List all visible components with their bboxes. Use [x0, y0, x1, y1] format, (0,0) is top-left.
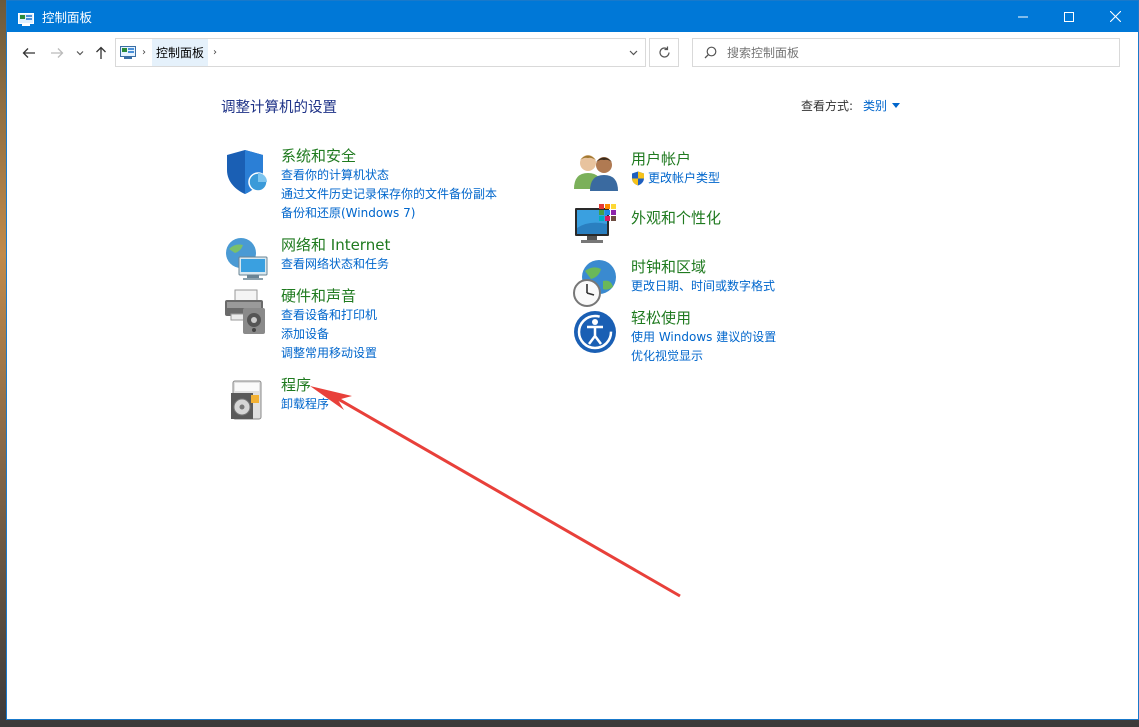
maximize-icon	[1064, 11, 1074, 22]
title-bar[interactable]: 控制面板	[7, 1, 1138, 32]
category-title[interactable]: 时钟和区域	[631, 257, 775, 277]
content-area: 调整计算机的设置 查看方式: 类别 系统和安全 查看你的计算机状态 通过文件历史…	[7, 74, 1138, 720]
recent-locations-button[interactable]	[73, 42, 87, 64]
ease-of-access-icon[interactable]	[571, 308, 623, 360]
view-by-dropdown[interactable]: 类别	[863, 97, 901, 114]
category-ease-of-access: 轻松使用 使用 Windows 建议的设置 优化视觉显示	[571, 308, 776, 366]
view-by-value: 类别	[863, 99, 888, 113]
minimize-button[interactable]	[1000, 1, 1046, 32]
address-root[interactable]: ›	[116, 39, 152, 66]
chevron-down-icon	[76, 51, 84, 56]
category-network-internet: 网络和 Internet 查看网络状态和任务	[221, 235, 390, 287]
control-panel-icon	[18, 11, 34, 26]
forward-arrow-icon	[51, 48, 64, 58]
category-hardware-sound: 硬件和声音 查看设备和打印机 添加设备 调整常用移动设置	[221, 286, 377, 363]
control-panel-window: 控制面板 › 控制面板 › 搜索控制面板 调整计算机的设置 查看方式: 类别 系…	[6, 0, 1139, 720]
link-add-device[interactable]: 添加设备	[281, 325, 377, 344]
back-button[interactable]	[19, 42, 39, 64]
category-title[interactable]: 网络和 Internet	[281, 235, 390, 255]
search-box[interactable]	[692, 38, 1120, 67]
view-by: 查看方式: 类别	[801, 97, 901, 114]
up-button[interactable]	[91, 42, 111, 64]
uac-shield-icon	[632, 171, 644, 186]
link-file-history[interactable]: 通过文件历史记录保存你的文件备份副本	[281, 185, 497, 204]
caret-down-icon	[892, 103, 901, 108]
chevron-right-icon[interactable]: ›	[142, 47, 146, 58]
maximize-button[interactable]	[1046, 1, 1092, 32]
category-title[interactable]: 系统和安全	[281, 146, 497, 166]
category-title[interactable]: 程序	[281, 375, 329, 395]
link-network-status[interactable]: 查看网络状态和任务	[281, 255, 390, 274]
users-icon[interactable]	[571, 149, 623, 201]
search-icon	[693, 46, 727, 59]
category-title[interactable]: 硬件和声音	[281, 286, 377, 306]
network-globe-icon[interactable]	[221, 235, 273, 287]
appearance-icon[interactable]	[571, 202, 623, 254]
category-title[interactable]: 外观和个性化	[631, 208, 721, 228]
link-change-account-type[interactable]: 更改帐户类型	[648, 169, 720, 188]
breadcrumb-control-panel[interactable]: 控制面板	[152, 39, 209, 66]
address-bar[interactable]: › 控制面板 ›	[115, 38, 646, 67]
close-icon	[1109, 11, 1121, 22]
link-date-time-format[interactable]: 更改日期、时间或数字格式	[631, 277, 775, 296]
category-clock-region: 时钟和区域 更改日期、时间或数字格式	[571, 257, 775, 309]
clock-globe-icon[interactable]	[571, 257, 623, 309]
printer-icon[interactable]	[221, 286, 273, 338]
navigation-bar: › 控制面板 ›	[7, 32, 1138, 74]
chevron-right-icon[interactable]: ›	[208, 39, 222, 66]
back-arrow-icon	[22, 48, 35, 58]
close-button[interactable]	[1092, 1, 1138, 32]
link-view-computer-status[interactable]: 查看你的计算机状态	[281, 166, 497, 185]
category-system-security: 系统和安全 查看你的计算机状态 通过文件历史记录保存你的文件备份副本 备份和还原…	[221, 146, 497, 223]
address-dropdown-button[interactable]	[621, 39, 645, 66]
search-input[interactable]	[727, 45, 1107, 60]
page-title: 调整计算机的设置	[221, 100, 337, 116]
view-by-label: 查看方式:	[801, 99, 854, 113]
link-uninstall-program[interactable]: 卸载程序	[281, 395, 329, 414]
link-windows-recommended-settings[interactable]: 使用 Windows 建议的设置	[631, 328, 776, 347]
link-change-account-type-row[interactable]: 更改帐户类型	[631, 169, 720, 188]
refresh-icon	[658, 46, 670, 58]
control-panel-icon	[120, 46, 136, 59]
programs-icon[interactable]	[221, 375, 273, 427]
shield-icon[interactable]	[221, 146, 273, 198]
link-backup-restore[interactable]: 备份和还原(Windows 7)	[281, 204, 497, 223]
link-mobility-settings[interactable]: 调整常用移动设置	[281, 344, 377, 363]
forward-button[interactable]	[47, 42, 67, 64]
chevron-down-icon	[629, 50, 637, 55]
link-devices-printers[interactable]: 查看设备和打印机	[281, 306, 377, 325]
category-user-accounts: 用户帐户 更改帐户类型	[571, 149, 720, 201]
refresh-button[interactable]	[649, 38, 679, 67]
minimize-icon	[1018, 16, 1028, 17]
category-programs: 程序 卸载程序	[221, 375, 329, 427]
category-title[interactable]: 用户帐户	[631, 149, 720, 169]
up-arrow-icon	[96, 46, 106, 59]
category-appearance: 外观和个性化	[571, 202, 721, 254]
window-title: 控制面板	[42, 10, 93, 25]
link-optimize-visual-display[interactable]: 优化视觉显示	[631, 347, 776, 366]
category-title[interactable]: 轻松使用	[631, 308, 776, 328]
